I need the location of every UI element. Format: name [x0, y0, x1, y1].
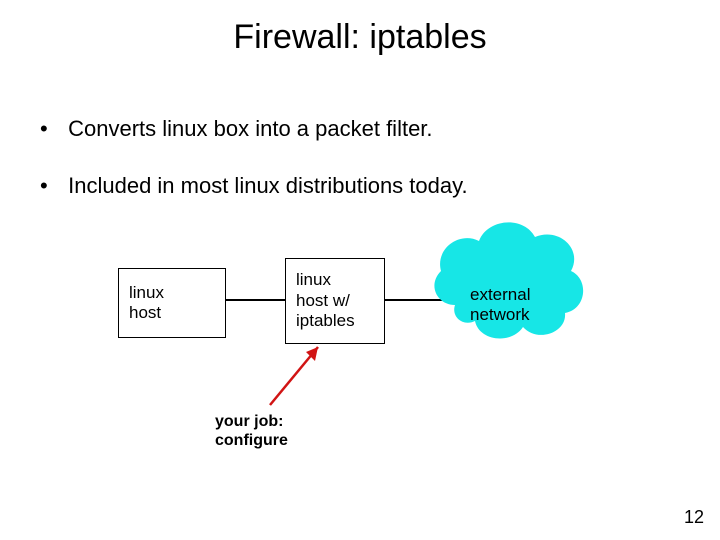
box-linux-host-iptables: linux host w/ iptables	[285, 258, 385, 344]
caption-text: your job: configure	[215, 413, 288, 449]
box-linux-host: linux host	[118, 268, 226, 338]
box-linux-host-label: linux host	[129, 283, 164, 324]
bullet-2-text: Included in most linux distributions tod…	[68, 173, 467, 198]
arrow-head-icon	[306, 347, 318, 361]
box-linux-host-iptables-label: linux host w/ iptables	[296, 270, 355, 331]
cloud-label-container: external network	[470, 285, 530, 326]
slide-number: 12	[684, 507, 704, 528]
bullet-1-text: Converts linux box into a packet filter.	[68, 116, 432, 141]
bullet-1: • Converts linux box into a packet filte…	[40, 115, 433, 144]
caption-your-job: your job: configure	[215, 412, 288, 450]
arrow-line-icon	[270, 347, 318, 405]
cloud-label: external network	[470, 285, 530, 324]
bullet-2: • Included in most linux distributions t…	[40, 172, 468, 201]
bullet-dot-icon: •	[40, 172, 62, 201]
slide-title: Firewall: iptables	[0, 18, 720, 57]
bullet-dot-icon: •	[40, 115, 62, 144]
